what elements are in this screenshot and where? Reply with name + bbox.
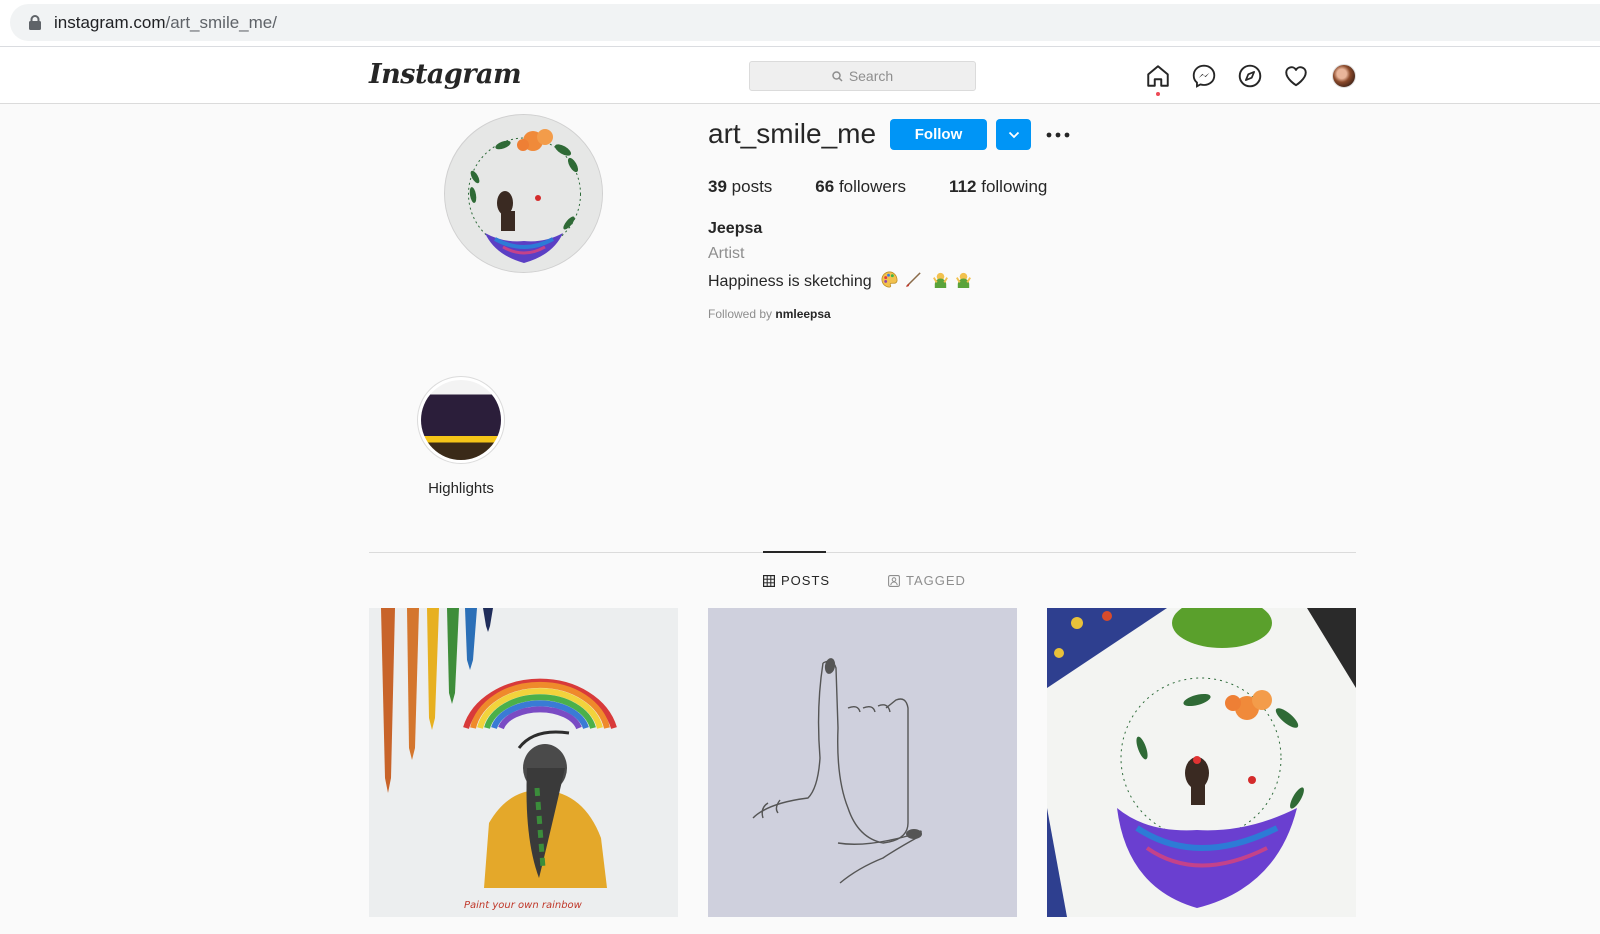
highlight-ring — [417, 376, 505, 464]
followed-by-prefix: Followed by — [708, 307, 773, 321]
tabs-divider — [369, 552, 1356, 553]
tab-posts[interactable]: POSTS — [763, 573, 830, 588]
search-input[interactable]: Search — [749, 61, 976, 91]
profile-artwork — [445, 115, 602, 272]
person-gesturing-emoji-icon — [933, 272, 948, 289]
profile-username: art_smile_me — [708, 118, 877, 149]
tab-tagged[interactable]: TAGGED — [888, 573, 966, 588]
profile-bio: Happiness is sketching — [708, 270, 973, 291]
explore-icon[interactable] — [1237, 63, 1263, 89]
profile-full-name: Jeepsa — [708, 220, 763, 237]
address-bar[interactable]: instagram.com/art_smile_me/ — [10, 4, 1600, 41]
following-stat[interactable]: 112 following — [949, 177, 1047, 197]
instagram-logo[interactable]: Instagram — [369, 59, 522, 90]
following-label: following — [981, 177, 1048, 196]
notification-dot — [1156, 92, 1160, 96]
followers-label: followers — [838, 177, 907, 196]
posts-count: 39 — [708, 177, 727, 196]
post-thumbnail[interactable] — [1047, 608, 1356, 917]
palette-emoji-icon — [881, 271, 898, 288]
tag-person-icon — [888, 574, 900, 587]
posts-stat: 39 posts — [708, 177, 772, 197]
grid-icon — [763, 574, 775, 587]
suggested-accounts-button[interactable] — [996, 119, 1031, 150]
followers-count: 66 — [815, 177, 835, 196]
top-nav: Instagram Search — [0, 47, 1600, 104]
post-artwork-rainbow: Paint your own rainbow — [369, 608, 678, 917]
following-count: 112 — [949, 177, 977, 196]
more-dots-icon — [1046, 132, 1070, 138]
paintbrush-emoji-icon — [905, 272, 921, 288]
chevron-down-icon — [1008, 131, 1019, 138]
heart-icon[interactable] — [1283, 63, 1309, 89]
url-domain: instagram.com — [54, 13, 166, 32]
post-artwork-hands — [708, 608, 1017, 917]
lock-icon — [29, 15, 41, 30]
post-thumbnail[interactable] — [708, 608, 1017, 917]
post-caption: Paint your own rainbow — [464, 900, 583, 911]
person-gesturing-emoji-icon — [956, 272, 972, 289]
highlight-cover — [421, 380, 501, 460]
search-placeholder: Search — [848, 68, 894, 84]
bio-text: Happiness is sketching — [708, 273, 872, 290]
story-highlight[interactable]: Highlights — [415, 376, 507, 497]
more-options-button[interactable] — [1044, 121, 1072, 149]
profile-picture[interactable] — [444, 114, 603, 273]
search-icon — [832, 70, 843, 82]
active-tab-indicator — [763, 551, 826, 553]
followed-by-name[interactable]: nmleepsa — [775, 307, 830, 321]
browser-toolbar: instagram.com/art_smile_me/ — [0, 0, 1600, 47]
tab-tagged-label: TAGGED — [906, 573, 966, 588]
user-avatar[interactable] — [1332, 64, 1356, 88]
followers-stat[interactable]: 66 followers — [815, 177, 906, 197]
followed-by[interactable]: Followed by nmleepsa — [708, 307, 831, 321]
follow-button[interactable]: Follow — [890, 119, 987, 150]
post-artwork-girl-wreath — [1047, 608, 1356, 917]
url-path: /art_smile_me/ — [165, 13, 277, 32]
url-text: instagram.com/art_smile_me/ — [54, 13, 277, 33]
highlight-label: Highlights — [428, 480, 494, 497]
profile-stats: 39 posts 66 followers 112 following — [708, 177, 1090, 197]
tab-posts-label: POSTS — [781, 573, 831, 588]
profile-category: Artist — [708, 245, 745, 262]
messenger-icon[interactable] — [1191, 63, 1217, 89]
post-thumbnail[interactable]: Paint your own rainbow — [369, 608, 678, 917]
home-icon[interactable] — [1145, 63, 1171, 89]
posts-label: posts — [731, 177, 773, 196]
